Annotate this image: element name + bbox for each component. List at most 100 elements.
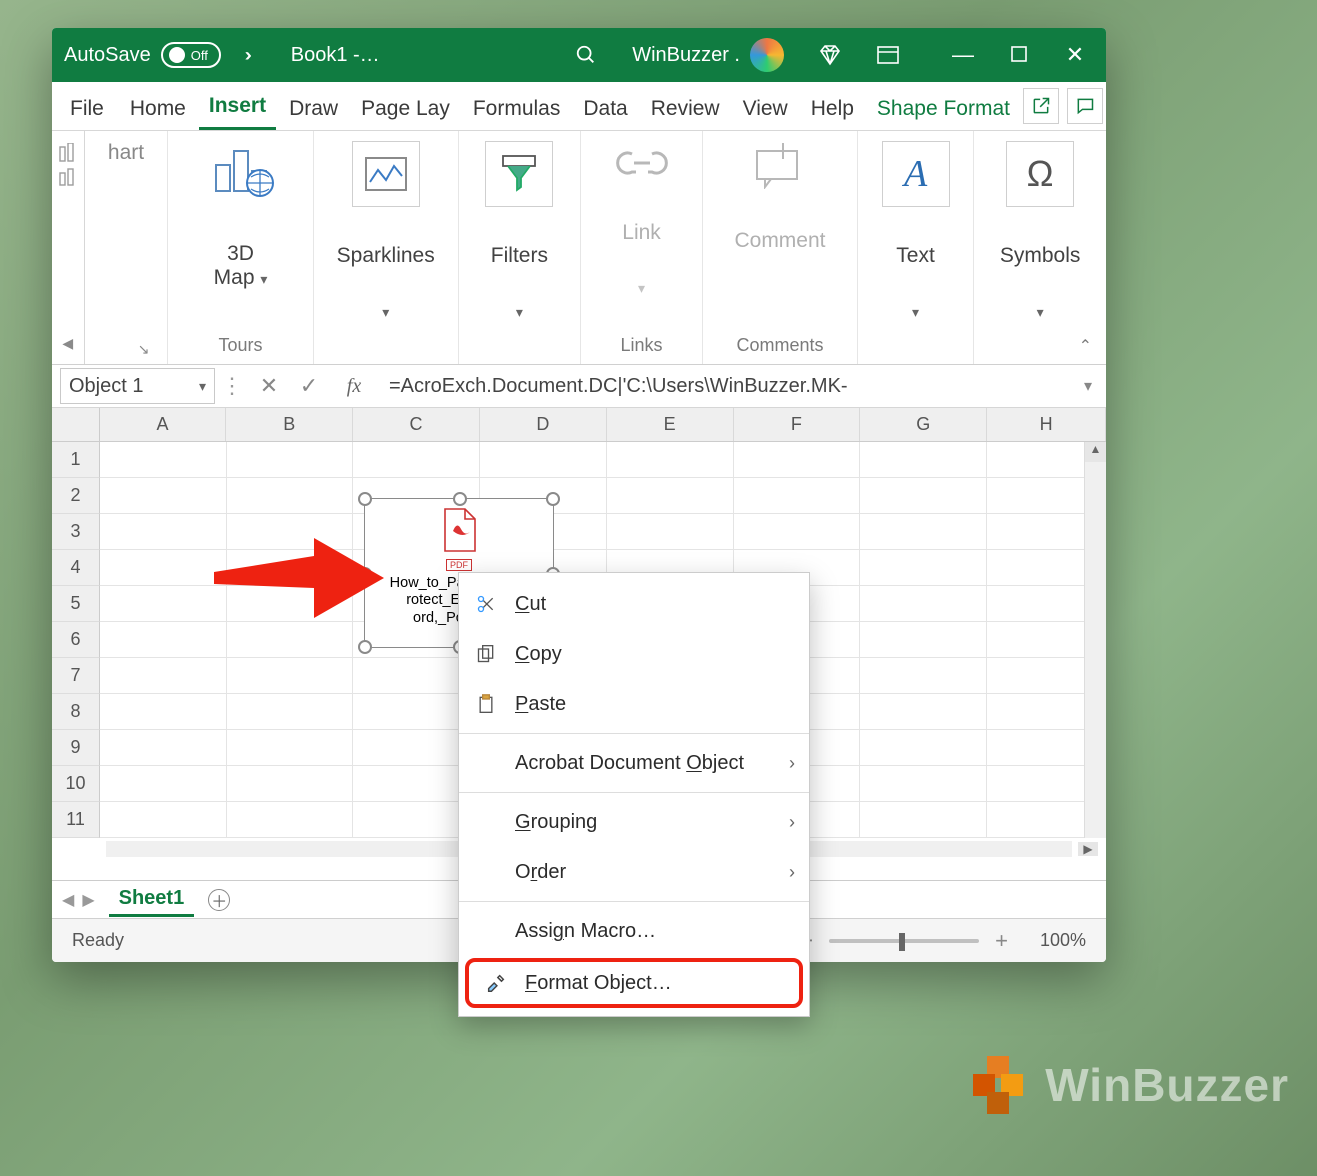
context-format-object[interactable]: Format Object…: [465, 958, 803, 1008]
ribbon-overflow-icon[interactable]: ↘: [138, 341, 150, 358]
sparklines-button[interactable]: Sparklines: [337, 244, 435, 268]
cell[interactable]: [860, 802, 987, 838]
row-header[interactable]: 10: [52, 766, 100, 802]
cell[interactable]: [227, 802, 354, 838]
tab-view[interactable]: View: [733, 87, 798, 130]
add-sheet-button[interactable]: ＋: [208, 889, 230, 911]
cell[interactable]: [734, 514, 861, 550]
zoom-level[interactable]: 100%: [1024, 930, 1086, 951]
ribbon-scroll-left[interactable]: ◀: [62, 335, 73, 352]
fx-cancel-button[interactable]: ✕: [249, 373, 289, 399]
symbols-dropdown[interactable]: ▾: [1037, 304, 1044, 321]
formula-input[interactable]: =AcroExch.Document.DC|'C:\Users\WinBuzze…: [379, 375, 1070, 398]
filters-dropdown[interactable]: ▾: [516, 304, 523, 321]
row-header[interactable]: 9: [52, 730, 100, 766]
ribbon-display-icon[interactable]: [876, 43, 900, 67]
sheet-nav-next[interactable]: ▶: [82, 890, 94, 910]
cell[interactable]: [860, 586, 987, 622]
cell[interactable]: [100, 622, 227, 658]
filters-button[interactable]: Filters: [491, 244, 548, 268]
cell[interactable]: [100, 730, 227, 766]
column-header[interactable]: F: [734, 408, 861, 441]
sparklines-dropdown[interactable]: ▾: [382, 304, 389, 321]
cell[interactable]: [860, 442, 987, 478]
context-grouping[interactable]: Grouping›: [459, 797, 809, 847]
cell[interactable]: [100, 766, 227, 802]
row-header[interactable]: 3: [52, 514, 100, 550]
cell[interactable]: [607, 478, 734, 514]
collapse-ribbon-button[interactable]: ⌃: [1079, 336, 1092, 356]
fx-enter-button[interactable]: ✓: [289, 373, 329, 399]
cell[interactable]: [860, 730, 987, 766]
cell[interactable]: [860, 622, 987, 658]
row-header[interactable]: 8: [52, 694, 100, 730]
tab-home[interactable]: Home: [120, 87, 196, 130]
cell[interactable]: [100, 478, 227, 514]
zoom-in-button[interactable]: +: [995, 928, 1008, 954]
zoom-slider[interactable]: [829, 939, 979, 943]
cell[interactable]: [860, 694, 987, 730]
column-header[interactable]: D: [480, 408, 607, 441]
formula-expand-button[interactable]: ▾: [1070, 376, 1106, 396]
cell[interactable]: [227, 658, 354, 694]
close-button[interactable]: ✕: [1062, 42, 1088, 68]
cell[interactable]: [607, 442, 734, 478]
row-header[interactable]: 1: [52, 442, 100, 478]
cell[interactable]: [227, 730, 354, 766]
comments-button[interactable]: [1067, 88, 1103, 124]
row-header[interactable]: 5: [52, 586, 100, 622]
column-header[interactable]: H: [987, 408, 1106, 441]
tab-shape-format[interactable]: Shape Format: [867, 87, 1020, 130]
cell[interactable]: [227, 766, 354, 802]
tab-file[interactable]: File: [60, 87, 114, 130]
tab-data[interactable]: Data: [573, 87, 637, 130]
maximize-button[interactable]: [1006, 42, 1032, 68]
cell[interactable]: [734, 442, 861, 478]
row-header[interactable]: 6: [52, 622, 100, 658]
vertical-scrollbar[interactable]: ▲: [1084, 442, 1106, 838]
column-header[interactable]: E: [607, 408, 734, 441]
column-header[interactable]: B: [226, 408, 353, 441]
name-box[interactable]: Object 1 ▾: [60, 368, 215, 404]
tab-help[interactable]: Help: [801, 87, 864, 130]
cell[interactable]: [100, 694, 227, 730]
row-header[interactable]: 4: [52, 550, 100, 586]
tab-review[interactable]: Review: [641, 87, 730, 130]
cell[interactable]: [227, 442, 354, 478]
select-all-corner[interactable]: [52, 408, 100, 441]
symbols-button[interactable]: Symbols: [1000, 244, 1081, 268]
fx-icon[interactable]: fx: [329, 375, 379, 398]
document-title[interactable]: Book1 -…: [291, 44, 380, 67]
tab-insert[interactable]: Insert: [199, 84, 276, 130]
context-assign-macro[interactable]: Assign Macro…: [459, 906, 809, 956]
context-acrobat-object[interactable]: Acrobat Document Object›: [459, 738, 809, 788]
cell[interactable]: [100, 802, 227, 838]
cell[interactable]: [734, 478, 861, 514]
cell[interactable]: [353, 442, 480, 478]
cell[interactable]: [100, 658, 227, 694]
autosave-toggle[interactable]: AutoSave Off: [64, 42, 221, 68]
column-header[interactable]: A: [100, 408, 227, 441]
cell[interactable]: [100, 586, 227, 622]
fx-more-icon[interactable]: ⋮: [215, 373, 249, 399]
text-button[interactable]: Text: [896, 244, 935, 268]
tab-formulas[interactable]: Formulas: [463, 87, 571, 130]
3d-map-button[interactable]: 3D Map ▾: [214, 242, 268, 290]
cell[interactable]: [100, 550, 227, 586]
column-header[interactable]: C: [353, 408, 480, 441]
cell[interactable]: [860, 514, 987, 550]
column-header[interactable]: G: [860, 408, 987, 441]
search-icon[interactable]: [574, 43, 598, 67]
cell[interactable]: [480, 442, 607, 478]
cell[interactable]: [860, 550, 987, 586]
cell[interactable]: [227, 622, 354, 658]
context-copy[interactable]: Copy: [459, 629, 809, 679]
share-button[interactable]: [1023, 88, 1059, 124]
tab-page-layout[interactable]: Page Lay: [351, 87, 460, 130]
text-dropdown[interactable]: ▾: [912, 304, 919, 321]
cell[interactable]: [607, 514, 734, 550]
tab-draw[interactable]: Draw: [279, 87, 348, 130]
cell[interactable]: [860, 766, 987, 802]
row-header[interactable]: 11: [52, 802, 100, 838]
cell[interactable]: [860, 478, 987, 514]
